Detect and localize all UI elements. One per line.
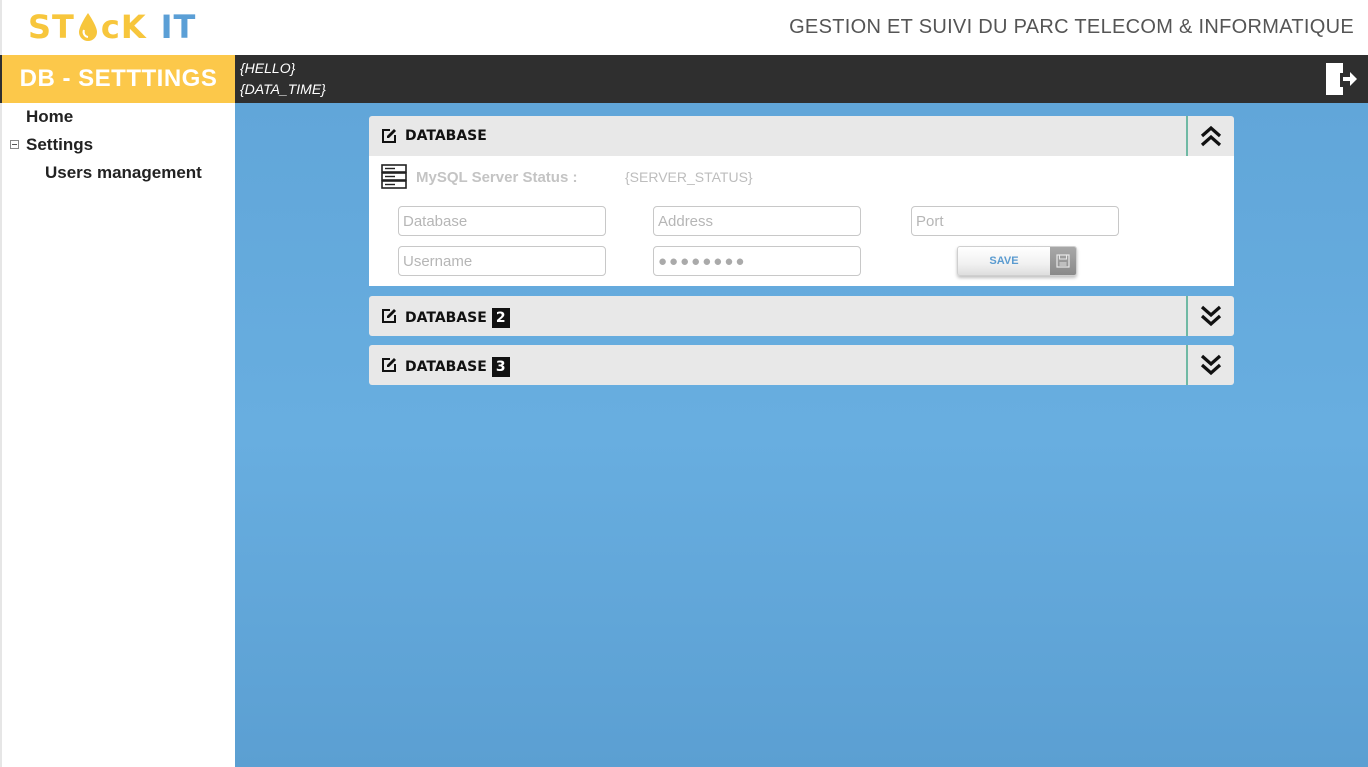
database-panel-2: DATABASE 2	[369, 296, 1234, 336]
save-button-label: SAVE	[989, 255, 1019, 267]
expand-panel-button[interactable]	[1186, 296, 1234, 336]
chevron-double-down-icon	[1200, 354, 1222, 376]
address-field[interactable]	[653, 206, 861, 236]
panel-title: DATABASE	[405, 128, 487, 144]
panel-title: DATABASE 3	[405, 357, 510, 377]
stock-it-logo[interactable]: ST cK IT	[28, 8, 197, 46]
page-title: DB - SETTTINGS	[2, 55, 235, 103]
server-status-value: {SERVER_STATUS}	[625, 169, 753, 185]
password-field[interactable]	[653, 246, 861, 276]
panel-header[interactable]: DATABASE 3	[369, 345, 1234, 385]
sidebar-item-users-management[interactable]: Users management	[45, 163, 202, 183]
database-field[interactable]	[398, 206, 606, 236]
panel-header[interactable]: DATABASE 2	[369, 296, 1234, 336]
chevron-double-up-icon	[1200, 125, 1222, 147]
floppy-disk-icon	[1050, 247, 1076, 275]
edit-icon	[382, 309, 396, 323]
edit-icon	[382, 129, 396, 143]
main-content: DATABASE MySQL Server Status : {SERVER_S…	[235, 103, 1368, 767]
panel-header[interactable]: DATABASE	[369, 116, 1234, 156]
logo-drop-icon	[77, 12, 99, 42]
database-panel-3: DATABASE 3	[369, 345, 1234, 385]
panel-title: DATABASE 2	[405, 308, 510, 328]
user-greeting: {HELLO} {DATA_TIME}	[240, 58, 326, 100]
logout-button[interactable]	[1322, 60, 1360, 98]
logo-text-st: ST	[28, 8, 75, 46]
date-time-text: {DATA_TIME}	[240, 81, 326, 97]
username-field[interactable]	[398, 246, 606, 276]
panel-body: MySQL Server Status : {SERVER_STATUS} SA…	[369, 156, 1234, 286]
edit-icon	[382, 358, 396, 372]
panel-number-badge: 3	[491, 357, 510, 377]
collapse-panel-button[interactable]	[1186, 116, 1234, 156]
sidebar-item-home[interactable]: Home	[26, 107, 73, 127]
panel-number-badge: 2	[491, 308, 510, 328]
expand-panel-button[interactable]	[1186, 345, 1234, 385]
hello-text: {HELLO}	[240, 60, 296, 76]
logout-icon	[1326, 63, 1357, 95]
top-header: ST cK IT GESTION ET SUIVI DU PARC TELECO…	[0, 0, 1368, 55]
chevron-double-down-icon	[1200, 305, 1222, 327]
database-panel-1: DATABASE MySQL Server Status : {SERVER_S…	[369, 116, 1234, 286]
server-status-label: MySQL Server Status :	[416, 169, 578, 186]
save-button[interactable]: SAVE	[957, 246, 1077, 276]
logo-text-ck: cK	[100, 8, 147, 46]
collapse-icon[interactable]	[10, 140, 19, 149]
server-icon	[381, 164, 407, 189]
sidebar-item-settings[interactable]: Settings	[26, 135, 93, 155]
logo-text-it: IT	[160, 8, 197, 46]
app-title: GESTION ET SUIVI DU PARC TELECOM & INFOR…	[789, 16, 1354, 38]
port-field[interactable]	[911, 206, 1119, 236]
sidebar: Home Settings Users management	[0, 103, 235, 767]
